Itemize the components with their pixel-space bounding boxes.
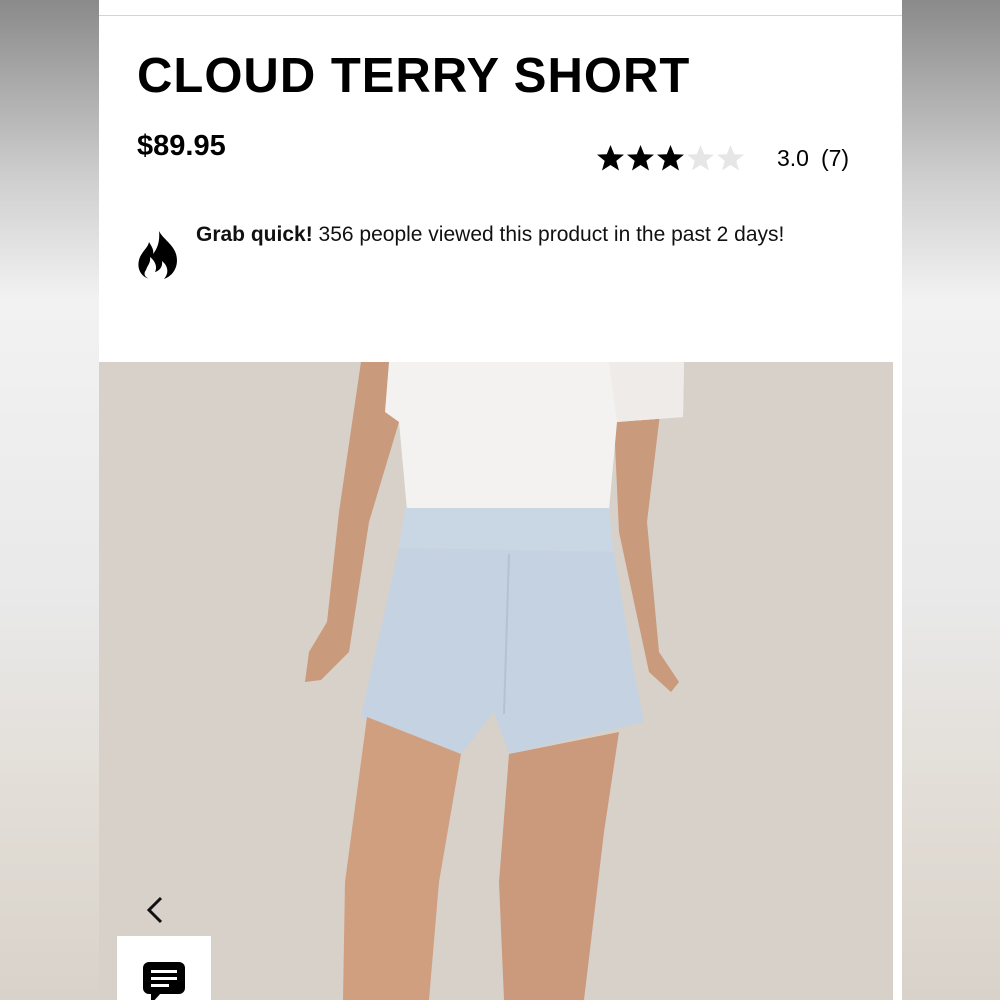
backdrop-right: [902, 0, 1000, 1000]
backdrop-left: [0, 0, 100, 1000]
star-empty-icon: [717, 144, 744, 170]
product-page: CLOUD TERRY SHORT $89.95 3.0 (7) Grab qu…: [99, 0, 902, 1000]
urgency-detail: 356 people viewed this product in the pa…: [312, 223, 785, 246]
chevron-left-icon[interactable]: [139, 892, 169, 928]
product-rating[interactable]: 3.0 (7): [596, 140, 849, 176]
product-gallery[interactable]: [99, 362, 893, 1000]
rating-value: 3.0: [777, 144, 809, 171]
review-count-link[interactable]: (7): [821, 145, 849, 172]
urgency-banner: Grab quick! 356 people viewed this produ…: [137, 218, 857, 288]
urgency-highlight: Grab quick!: [196, 223, 313, 246]
product-title: CLOUD TERRY SHORT: [137, 49, 691, 103]
star-filled-icon: [657, 144, 684, 170]
star-filled-icon: [597, 144, 624, 170]
header-divider: [99, 15, 902, 16]
star-filled-icon: [627, 144, 654, 170]
chat-button[interactable]: [117, 936, 211, 1000]
star-empty-icon: [687, 144, 714, 170]
chat-bubble-icon: [143, 962, 185, 1000]
product-price: $89.95: [137, 130, 226, 162]
urgency-message: Grab quick! 356 people viewed this produ…: [196, 218, 856, 252]
rating-stars[interactable]: [596, 144, 746, 173]
product-photo: [99, 362, 893, 1000]
fire-icon: [138, 231, 177, 279]
